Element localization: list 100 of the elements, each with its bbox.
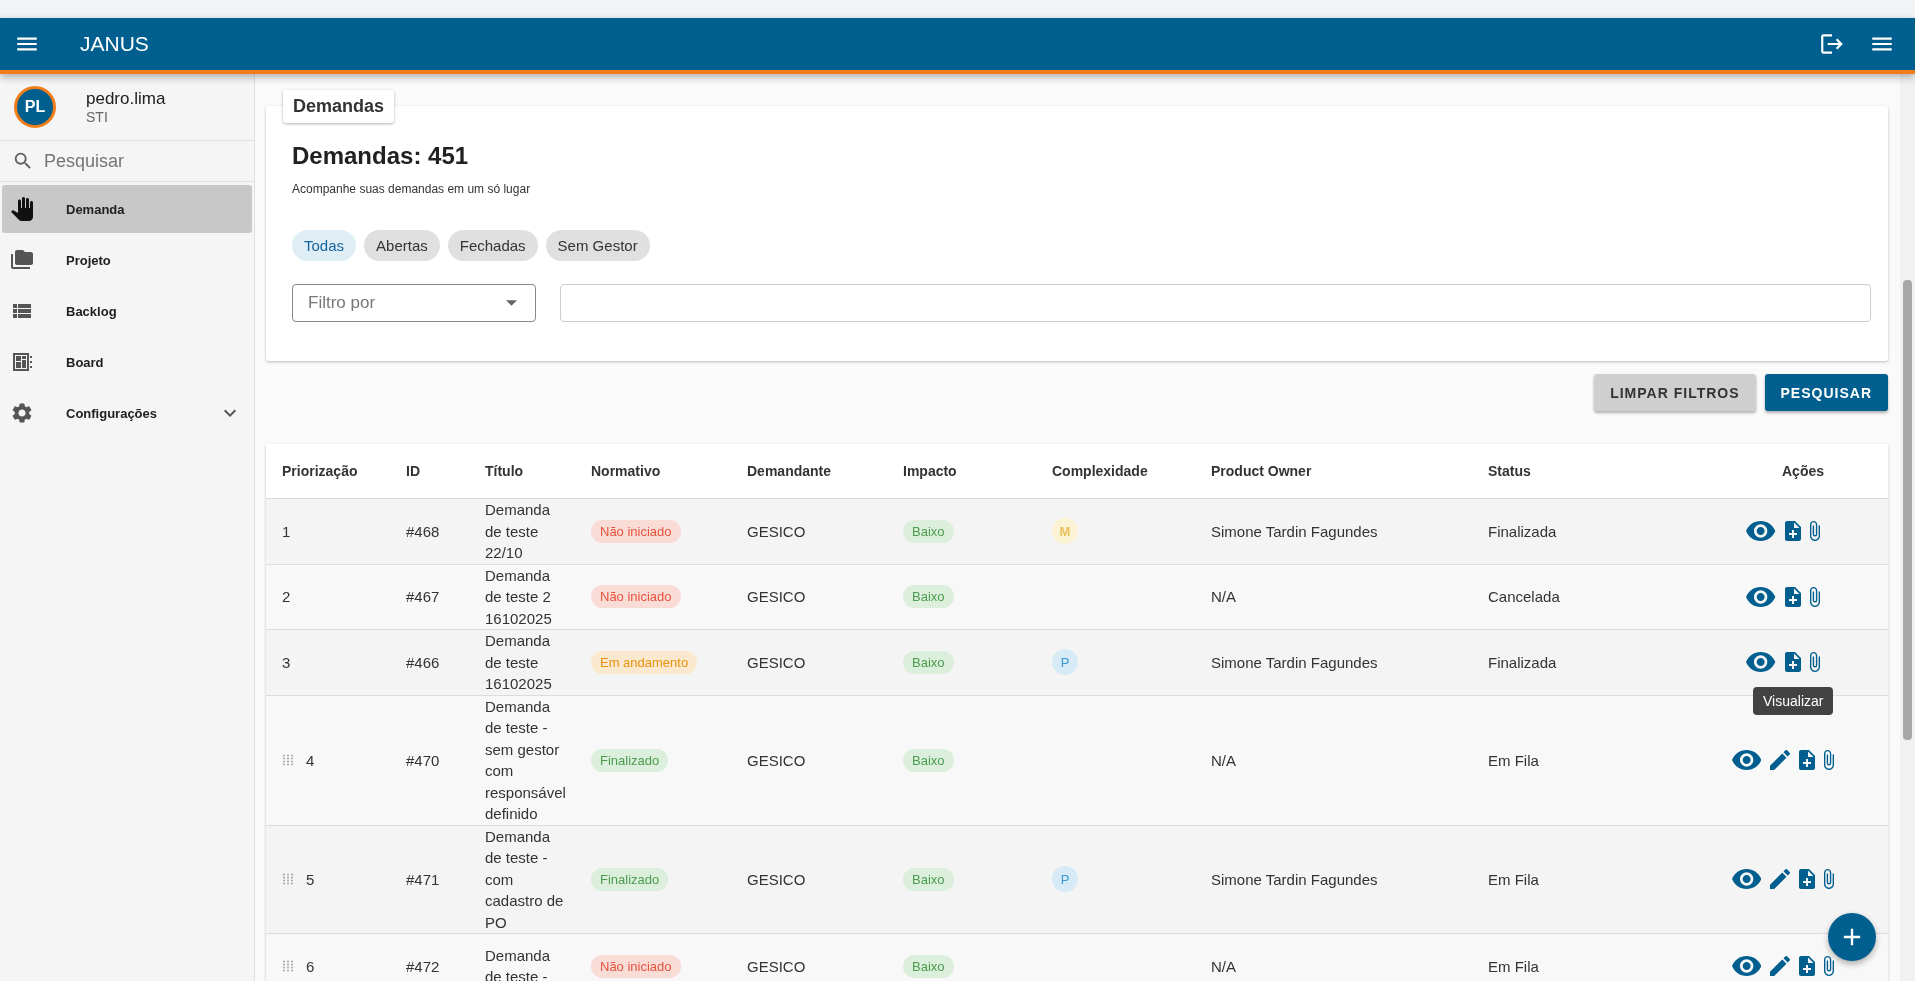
sidebar-item[interactable]: Configurações (2, 389, 252, 437)
table-cell-text: Demanda de teste 22/10 (485, 500, 552, 563)
table-cell: Cancelada (1488, 588, 1560, 606)
impact-chip: Baixo (903, 748, 954, 772)
table-cell: #467 (406, 588, 440, 606)
table-cell: N/A (1211, 751, 1236, 769)
sidebar-item[interactable]: Projeto (2, 236, 252, 284)
pencil-icon[interactable] (1770, 956, 1791, 976)
column-header: ID (406, 462, 421, 481)
drag-handle-icon[interactable] (282, 754, 294, 766)
filter-chip[interactable]: Todas (292, 230, 357, 261)
pencil-icon[interactable] (1770, 869, 1791, 890)
table-cell: Em Fila (1488, 751, 1539, 769)
drag-handle-icon[interactable] (282, 873, 294, 886)
paperclip-icon[interactable] (1824, 750, 1835, 770)
document-plus-icon[interactable] (1784, 586, 1801, 607)
table-cell: 4 (306, 751, 315, 769)
table-cell: GESICO (747, 957, 806, 975)
table-cell: #471 (406, 870, 440, 888)
scrollbar-thumb[interactable] (1903, 280, 1912, 740)
impact-chip: Baixo (903, 954, 954, 978)
status-chip: Não iniciado (591, 954, 681, 978)
search-icon (12, 150, 34, 172)
impact-chip: Baixo (903, 585, 954, 609)
filter-chip[interactable]: Abertas (364, 230, 440, 261)
column-header: Status (1488, 462, 1532, 481)
table-cell: Simone Tardin Fagundes (1211, 522, 1378, 540)
table-cell: 3 (282, 653, 291, 671)
dropdown-caret-icon (506, 300, 517, 306)
impact-chip: Baixo (903, 519, 954, 543)
table-cell: #470 (406, 751, 440, 769)
pencil-icon[interactable] (1770, 750, 1791, 770)
filter-chip[interactable]: Fechadas (447, 230, 538, 261)
sidebar-item[interactable]: Board (2, 338, 252, 386)
eye-icon[interactable] (1746, 652, 1776, 673)
document-plus-icon[interactable] (1799, 750, 1816, 770)
complexity-badge: M (1052, 518, 1078, 545)
sidebar-item[interactable]: Demanda (2, 185, 252, 233)
table-cell: #472 (406, 957, 440, 975)
app-title: JANUS (80, 32, 149, 56)
document-plus-icon[interactable] (1784, 521, 1801, 542)
table-cell: 5 (306, 870, 315, 888)
clear-filters-button[interactable]: LIMPAR FILTROS (1594, 374, 1756, 411)
table-cell: N/A (1211, 957, 1236, 975)
eye-icon[interactable] (1746, 521, 1776, 542)
logout-icon[interactable] (1819, 31, 1845, 57)
user-name: pedro.lima (86, 89, 166, 109)
table-cell: Em Fila (1488, 957, 1539, 975)
table-cell: N/A (1211, 588, 1236, 606)
table-cell-text: Demanda de teste - com cadastro de PO (485, 826, 565, 933)
user-avatar: PL (14, 86, 56, 128)
table-cell-text: Demanda de teste - sem gestor com responsável definido (485, 696, 567, 824)
page-subtitle: Acompanhe suas demandas em um só lugar (292, 182, 532, 196)
eye-icon[interactable] (1746, 586, 1776, 607)
document-plus-icon[interactable] (1784, 652, 1801, 673)
search-field[interactable]: Pesquisar (42, 149, 246, 173)
filter-select[interactable]: Filtro por (292, 284, 536, 322)
table-cell: GESICO (747, 751, 806, 769)
table-cell: Finalizada (1488, 522, 1557, 540)
eye-icon[interactable] (1731, 750, 1762, 770)
board-icon (10, 350, 34, 374)
filter-input-field[interactable] (560, 284, 1871, 322)
column-header: Impacto (903, 462, 958, 481)
column-header: Priorização (282, 462, 359, 481)
eye-icon[interactable] (1731, 956, 1762, 976)
document-plus-icon[interactable] (1799, 956, 1816, 976)
table-cell: GESICO (747, 588, 806, 606)
table-cell: GESICO (747, 653, 806, 671)
table-cell: 2 (282, 588, 291, 606)
column-header: Complexidade (1052, 462, 1149, 481)
table-cell: GESICO (747, 870, 806, 888)
document-plus-icon[interactable] (1799, 869, 1816, 890)
search-button[interactable]: PESQUISAR (1764, 374, 1888, 411)
paperclip-icon[interactable] (1809, 586, 1820, 607)
table-cell: 6 (306, 957, 315, 975)
complexity-badge: P (1052, 866, 1078, 893)
eye-icon[interactable] (1731, 869, 1762, 890)
table-cell: #468 (406, 522, 440, 540)
drag-handle-icon[interactable] (282, 960, 294, 972)
table-cell: Simone Tardin Fagundes (1211, 870, 1378, 888)
paperclip-icon[interactable] (1824, 869, 1835, 890)
paperclip-icon[interactable] (1824, 956, 1835, 976)
column-header: Demandante (747, 462, 833, 481)
tooltip: Visualizar (1753, 686, 1834, 715)
status-chip: Finalizado (591, 867, 669, 891)
table-cell-text: Demanda de teste 2 16102025 (485, 565, 553, 629)
table-cell: GESICO (747, 522, 806, 540)
status-chip: Em andamento (591, 650, 698, 674)
table-cell: 1 (282, 522, 291, 540)
page-title: Demandas: 451 (292, 142, 470, 170)
sidebar-item[interactable]: Backlog (2, 287, 252, 335)
impact-chip: Baixo (903, 650, 954, 674)
table-cell: #466 (406, 653, 440, 671)
paperclip-icon[interactable] (1809, 652, 1820, 673)
table-cell: Finalizada (1488, 653, 1557, 671)
filter-chip[interactable]: Sem Gestor (545, 230, 650, 261)
status-chip: Não iniciado (591, 519, 681, 543)
paperclip-icon[interactable] (1809, 521, 1820, 542)
scrollbar[interactable] (1900, 74, 1915, 981)
column-header: Título (485, 462, 525, 481)
